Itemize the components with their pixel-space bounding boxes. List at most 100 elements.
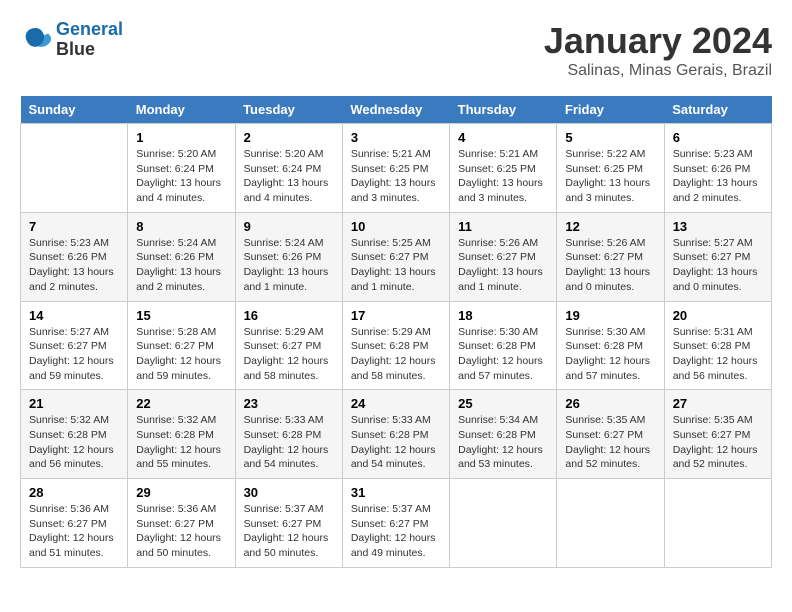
day-number: 28	[29, 485, 119, 500]
day-number: 29	[136, 485, 226, 500]
day-number: 8	[136, 219, 226, 234]
day-number: 31	[351, 485, 441, 500]
day-info: Sunrise: 5:27 AM Sunset: 6:27 PM Dayligh…	[29, 325, 119, 384]
day-info: Sunrise: 5:37 AM Sunset: 6:27 PM Dayligh…	[351, 502, 441, 561]
calendar-cell: 10Sunrise: 5:25 AM Sunset: 6:27 PM Dayli…	[342, 212, 449, 301]
calendar-cell	[664, 479, 771, 568]
day-info: Sunrise: 5:23 AM Sunset: 6:26 PM Dayligh…	[673, 147, 763, 206]
day-info: Sunrise: 5:36 AM Sunset: 6:27 PM Dayligh…	[136, 502, 226, 561]
logo-text: General Blue	[56, 20, 123, 60]
calendar-cell: 2Sunrise: 5:20 AM Sunset: 6:24 PM Daylig…	[235, 124, 342, 213]
day-number: 4	[458, 130, 548, 145]
day-number: 23	[244, 396, 334, 411]
weekday-header-thursday: Thursday	[450, 96, 557, 124]
day-number: 26	[565, 396, 655, 411]
calendar-cell: 15Sunrise: 5:28 AM Sunset: 6:27 PM Dayli…	[128, 301, 235, 390]
day-number: 7	[29, 219, 119, 234]
day-info: Sunrise: 5:36 AM Sunset: 6:27 PM Dayligh…	[29, 502, 119, 561]
day-info: Sunrise: 5:28 AM Sunset: 6:27 PM Dayligh…	[136, 325, 226, 384]
day-info: Sunrise: 5:25 AM Sunset: 6:27 PM Dayligh…	[351, 236, 441, 295]
calendar-table: SundayMondayTuesdayWednesdayThursdayFrid…	[20, 96, 772, 568]
calendar-cell: 29 Sunrise: 5:36 AM Sunset: 6:27 PM Dayli…	[128, 479, 235, 568]
day-info: Sunrise: 5:23 AM Sunset: 6:26 PM Dayligh…	[29, 236, 119, 295]
calendar-cell: 7 Sunrise: 5:23 AM Sunset: 6:26 PM Daylig…	[21, 212, 128, 301]
day-number: 6	[673, 130, 763, 145]
calendar-week-3: 14 Sunrise: 5:27 AM Sunset: 6:27 PM Dayli…	[21, 301, 772, 390]
day-number: 14	[29, 308, 119, 323]
day-info: Sunrise: 5:33 AM Sunset: 6:28 PM Dayligh…	[351, 413, 441, 472]
day-number: 18	[458, 308, 548, 323]
calendar-cell: 3 Sunrise: 5:21 AM Sunset: 6:25 PM Daylig…	[342, 124, 449, 213]
calendar-cell: 13 Sunrise: 5:27 AM Sunset: 6:27 PM Dayli…	[664, 212, 771, 301]
calendar-week-1: 1 Sunrise: 5:20 AM Sunset: 6:24 PM Daylig…	[21, 124, 772, 213]
calendar-cell: 12 Sunrise: 5:26 AM Sunset: 6:27 PM Dayli…	[557, 212, 664, 301]
calendar-cell: 17Sunrise: 5:29 AM Sunset: 6:28 PM Dayli…	[342, 301, 449, 390]
day-info: Sunrise: 5:22 AM Sunset: 6:25 PM Dayligh…	[565, 147, 655, 206]
day-number: 16	[244, 308, 334, 323]
day-info: Sunrise: 5:24 AM Sunset: 6:26 PM Dayligh…	[136, 236, 226, 295]
page-header: General Blue January 2024 Salinas, Minas…	[20, 20, 772, 80]
calendar-cell: 28 Sunrise: 5:36 AM Sunset: 6:27 PM Dayli…	[21, 479, 128, 568]
day-info: Sunrise: 5:32 AM Sunset: 6:28 PM Dayligh…	[136, 413, 226, 472]
weekday-header-sunday: Sunday	[21, 96, 128, 124]
weekday-header-tuesday: Tuesday	[235, 96, 342, 124]
calendar-cell: 8 Sunrise: 5:24 AM Sunset: 6:26 PM Daylig…	[128, 212, 235, 301]
day-info: Sunrise: 5:26 AM Sunset: 6:27 PM Dayligh…	[565, 236, 655, 295]
weekday-header-monday: Monday	[128, 96, 235, 124]
day-info: Sunrise: 5:20 AM Sunset: 6:24 PM Dayligh…	[244, 147, 334, 206]
calendar-cell: 9Sunrise: 5:24 AM Sunset: 6:26 PM Daylig…	[235, 212, 342, 301]
day-info: Sunrise: 5:30 AM Sunset: 6:28 PM Dayligh…	[565, 325, 655, 384]
calendar-cell: 21Sunrise: 5:32 AM Sunset: 6:28 PM Dayli…	[21, 390, 128, 479]
day-number: 22	[136, 396, 226, 411]
day-info: Sunrise: 5:27 AM Sunset: 6:27 PM Dayligh…	[673, 236, 763, 295]
day-info: Sunrise: 5:29 AM Sunset: 6:27 PM Dayligh…	[244, 325, 334, 384]
day-number: 3	[351, 130, 441, 145]
day-number: 27	[673, 396, 763, 411]
day-number: 20	[673, 308, 763, 323]
calendar-cell	[557, 479, 664, 568]
day-number: 1	[136, 130, 226, 145]
calendar-cell: 30Sunrise: 5:37 AM Sunset: 6:27 PM Dayli…	[235, 479, 342, 568]
day-info: Sunrise: 5:21 AM Sunset: 6:25 PM Dayligh…	[351, 147, 441, 206]
day-number: 5	[565, 130, 655, 145]
day-number: 12	[565, 219, 655, 234]
calendar-cell: 26 Sunrise: 5:35 AM Sunset: 6:27 PM Dayli…	[557, 390, 664, 479]
calendar-cell	[21, 124, 128, 213]
calendar-cell: 1 Sunrise: 5:20 AM Sunset: 6:24 PM Daylig…	[128, 124, 235, 213]
calendar-cell: 31 Sunrise: 5:37 AM Sunset: 6:27 PM Dayli…	[342, 479, 449, 568]
calendar-cell: 5 Sunrise: 5:22 AM Sunset: 6:25 PM Daylig…	[557, 124, 664, 213]
calendar-week-2: 7 Sunrise: 5:23 AM Sunset: 6:26 PM Daylig…	[21, 212, 772, 301]
weekday-header-wednesday: Wednesday	[342, 96, 449, 124]
day-number: 24	[351, 396, 441, 411]
calendar-week-4: 21Sunrise: 5:32 AM Sunset: 6:28 PM Dayli…	[21, 390, 772, 479]
logo-line2: Blue	[56, 40, 123, 60]
day-number: 11	[458, 219, 548, 234]
calendar-week-5: 28 Sunrise: 5:36 AM Sunset: 6:27 PM Dayli…	[21, 479, 772, 568]
day-info: Sunrise: 5:20 AM Sunset: 6:24 PM Dayligh…	[136, 147, 226, 206]
day-number: 13	[673, 219, 763, 234]
day-number: 25	[458, 396, 548, 411]
day-info: Sunrise: 5:33 AM Sunset: 6:28 PM Dayligh…	[244, 413, 334, 472]
calendar-cell: 16 Sunrise: 5:29 AM Sunset: 6:27 PM Dayli…	[235, 301, 342, 390]
title-block: January 2024 Salinas, Minas Gerais, Braz…	[544, 20, 772, 80]
day-info: Sunrise: 5:30 AM Sunset: 6:28 PM Dayligh…	[458, 325, 548, 384]
calendar-cell: 4Sunrise: 5:21 AM Sunset: 6:25 PM Daylig…	[450, 124, 557, 213]
day-info: Sunrise: 5:24 AM Sunset: 6:26 PM Dayligh…	[244, 236, 334, 295]
logo: General Blue	[20, 20, 123, 60]
calendar-cell: 18 Sunrise: 5:30 AM Sunset: 6:28 PM Dayli…	[450, 301, 557, 390]
month-title: January 2024	[544, 20, 772, 62]
calendar-cell: 25Sunrise: 5:34 AM Sunset: 6:28 PM Dayli…	[450, 390, 557, 479]
day-info: Sunrise: 5:26 AM Sunset: 6:27 PM Dayligh…	[458, 236, 548, 295]
logo-line1: General	[56, 19, 123, 39]
weekday-header-row: SundayMondayTuesdayWednesdayThursdayFrid…	[21, 96, 772, 124]
day-info: Sunrise: 5:32 AM Sunset: 6:28 PM Dayligh…	[29, 413, 119, 472]
weekday-header-friday: Friday	[557, 96, 664, 124]
calendar-cell: 23 Sunrise: 5:33 AM Sunset: 6:28 PM Dayli…	[235, 390, 342, 479]
day-info: Sunrise: 5:35 AM Sunset: 6:27 PM Dayligh…	[565, 413, 655, 472]
day-info: Sunrise: 5:35 AM Sunset: 6:27 PM Dayligh…	[673, 413, 763, 472]
calendar-cell: 27 Sunrise: 5:35 AM Sunset: 6:27 PM Dayli…	[664, 390, 771, 479]
calendar-cell: 6 Sunrise: 5:23 AM Sunset: 6:26 PM Daylig…	[664, 124, 771, 213]
calendar-cell	[450, 479, 557, 568]
location: Salinas, Minas Gerais, Brazil	[544, 62, 772, 80]
day-number: 19	[565, 308, 655, 323]
